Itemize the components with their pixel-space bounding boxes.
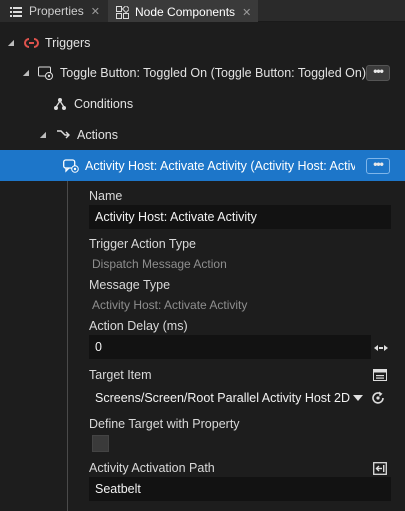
action-delay-label: Action Delay (ms) bbox=[89, 319, 188, 333]
tab-node-components[interactable]: Node Components ✕ bbox=[108, 0, 258, 22]
trigger-action-type-label: Trigger Action Type bbox=[89, 237, 197, 251]
caret-down-icon[interactable]: ◢ bbox=[6, 38, 16, 47]
action-delay-field[interactable]: 0 bbox=[89, 335, 371, 359]
drag-adjust-icon[interactable] bbox=[373, 340, 389, 356]
chevron-down-icon[interactable] bbox=[353, 395, 363, 401]
activation-path-field[interactable]: Seatbelt bbox=[89, 477, 391, 501]
tab-properties-label: Properties bbox=[29, 4, 84, 18]
tab-properties[interactable]: Properties ✕ bbox=[0, 0, 108, 22]
target-item-value: Screens/Screen/Root Parallel Activity Ho… bbox=[95, 391, 350, 405]
list-icon bbox=[9, 4, 23, 18]
more-options-button[interactable]: ••• bbox=[366, 65, 390, 81]
toggle-trigger-icon bbox=[38, 65, 54, 81]
tree-node-triggers[interactable]: ◢ Triggers bbox=[0, 27, 405, 58]
tree-node-conditions[interactable]: Conditions bbox=[0, 88, 405, 119]
tree-node-activity-host-action[interactable]: Activity Host: Activate Activity (Activi… bbox=[0, 150, 405, 181]
conditions-icon bbox=[52, 96, 68, 112]
define-target-label: Define Target with Property bbox=[89, 417, 240, 431]
trigger-action-type-value: Dispatch Message Action bbox=[92, 257, 227, 271]
name-label: Name bbox=[89, 189, 123, 203]
tree-node-label: Toggle Button: Toggled On (Toggle Button… bbox=[60, 65, 366, 80]
actions-icon bbox=[55, 127, 71, 143]
node-picker-icon[interactable] bbox=[372, 367, 388, 383]
activation-path-label: Activity Activation Path bbox=[89, 461, 215, 475]
action-properties-panel: Name Activity Host: Activate Activity Tr… bbox=[67, 181, 405, 511]
more-options-button[interactable]: ••• bbox=[366, 158, 390, 174]
tab-bar: Properties ✕ Node Components ✕ bbox=[0, 0, 405, 22]
close-icon[interactable]: ✕ bbox=[91, 5, 100, 18]
tree-node-label: Activity Host: Activate Activity (Activi… bbox=[85, 158, 355, 173]
caret-down-icon[interactable]: ◢ bbox=[38, 130, 48, 139]
tab-node-components-label: Node Components bbox=[135, 5, 236, 19]
caret-down-icon[interactable]: ◢ bbox=[21, 68, 31, 77]
target-item-dropdown[interactable]: Screens/Screen/Root Parallel Activity Ho… bbox=[89, 386, 369, 410]
close-icon[interactable]: ✕ bbox=[242, 6, 251, 19]
tree-node-toggle-button[interactable]: ◢ Toggle Button: Toggled On (Toggle Butt… bbox=[0, 57, 405, 88]
action-message-icon bbox=[63, 158, 79, 174]
trigger-icon bbox=[23, 35, 39, 51]
browse-icon[interactable] bbox=[372, 460, 388, 476]
message-type-value: Activity Host: Activate Activity bbox=[92, 298, 248, 312]
tree-node-label: Actions bbox=[77, 127, 118, 142]
message-type-label: Message Type bbox=[89, 278, 171, 292]
define-target-checkbox[interactable] bbox=[92, 435, 109, 452]
name-field[interactable]: Activity Host: Activate Activity bbox=[89, 205, 391, 229]
component-icon bbox=[115, 5, 129, 19]
tree-node-label: Conditions bbox=[74, 96, 134, 111]
target-item-label: Target Item bbox=[89, 368, 152, 382]
bind-property-icon[interactable] bbox=[370, 390, 386, 406]
tree-node-label: Triggers bbox=[45, 35, 91, 50]
tree-node-actions[interactable]: ◢ Actions bbox=[0, 119, 405, 150]
